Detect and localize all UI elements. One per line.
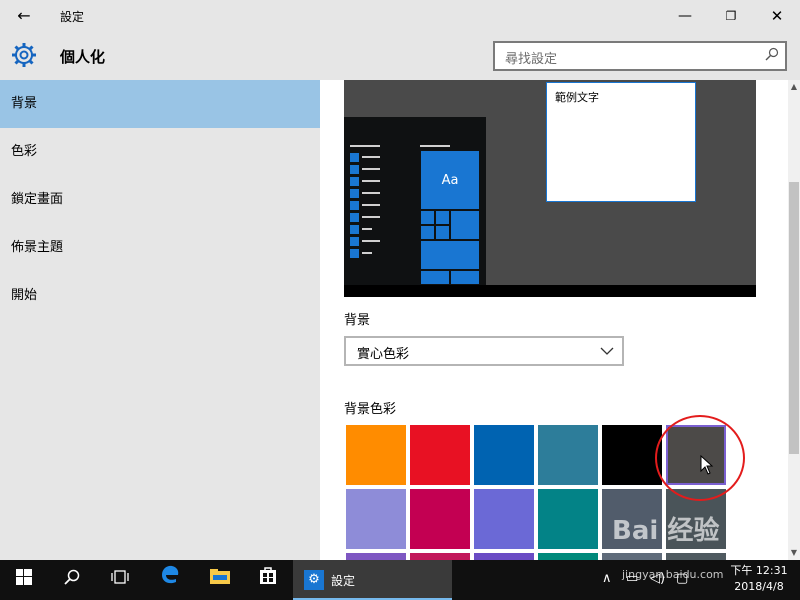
color-swatch[interactable] <box>346 553 406 560</box>
sidebar: 背景 色彩 鎖定畫面 佈景主題 開始 <box>0 80 320 560</box>
scroll-down-arrow-icon[interactable]: ▼ <box>788 546 800 560</box>
taskbar-clock[interactable]: 下午 12:31 2018/4/8 <box>726 563 792 595</box>
preview-list-line <box>362 192 380 194</box>
preview-list-icon <box>350 249 359 258</box>
file-explorer-icon[interactable] <box>196 560 244 600</box>
preview-large-tile: Aa <box>420 150 480 210</box>
baidu-watermark-url: jingyan.baidu.com <box>622 568 724 581</box>
preview-window: 範例文字 <box>546 82 696 202</box>
preview-list-line <box>362 156 380 158</box>
clock-date: 2018/4/8 <box>734 580 784 593</box>
search-icon[interactable] <box>765 47 779 65</box>
preview-small-tile <box>420 270 450 285</box>
preview-list-icon <box>350 225 359 234</box>
preview-small-tile <box>420 225 435 240</box>
color-swatch[interactable] <box>538 425 598 485</box>
preview-small-tile <box>435 225 450 240</box>
preview-small-tile <box>435 210 450 225</box>
store-icon[interactable] <box>244 560 292 600</box>
scroll-up-arrow-icon[interactable]: ▲ <box>788 80 800 94</box>
preview-list-icon <box>350 237 359 246</box>
preview-medium-tile <box>450 210 480 240</box>
color-swatch[interactable] <box>602 425 662 485</box>
preview-list-icon <box>350 213 359 222</box>
windows-start-icon[interactable] <box>0 560 48 600</box>
mouse-cursor-icon <box>700 454 714 480</box>
preview-list-line <box>362 216 380 218</box>
task-view-icon[interactable] <box>96 560 144 600</box>
title-bar: ← 設定 — ❐ ✕ <box>0 0 800 32</box>
preview-list-line <box>362 228 372 230</box>
preview-list-icon <box>350 153 359 162</box>
preview-start-menu: Aa <box>344 117 486 287</box>
search-input[interactable]: 尋找設定 <box>493 41 787 71</box>
main-content: 範例文字 Aa 背景 實心色彩 背景色彩 <box>320 80 800 560</box>
gear-icon <box>10 42 38 70</box>
preview-line <box>420 145 450 147</box>
page-header: 個人化 尋找設定 <box>0 32 800 80</box>
preview-small-tile <box>420 210 435 225</box>
color-swatch[interactable] <box>538 489 598 549</box>
preview-list-line <box>362 204 380 206</box>
taskbar-settings-app[interactable]: ⚙ 設定 <box>293 560 452 600</box>
preview-list-line <box>362 240 380 242</box>
color-swatch[interactable] <box>346 425 406 485</box>
scroll-thumb[interactable] <box>789 182 799 454</box>
window-title: 設定 <box>60 10 85 24</box>
preview-list-line <box>362 168 380 170</box>
page-title: 個人化 <box>60 48 106 66</box>
color-swatch[interactable] <box>666 553 726 560</box>
color-swatch[interactable] <box>474 553 534 560</box>
chevron-up-icon[interactable]: ∧ <box>602 571 612 586</box>
preview-list-line <box>362 252 372 254</box>
taskbar-settings-label: 設定 <box>331 574 356 588</box>
preview-list-icon <box>350 165 359 174</box>
minimize-button[interactable]: — <box>662 0 708 32</box>
color-swatch[interactable] <box>410 489 470 549</box>
preview-list-icon <box>350 201 359 210</box>
dropdown-value: 實心色彩 <box>357 347 410 362</box>
maximize-button[interactable]: ❐ <box>708 0 754 32</box>
color-swatch[interactable] <box>410 553 470 560</box>
edge-browser-icon[interactable] <box>146 560 194 600</box>
sidebar-item-lock-screen[interactable]: 鎖定畫面 <box>0 176 320 224</box>
chevron-down-icon <box>600 341 614 365</box>
clock-time: 下午 12:31 <box>730 564 788 577</box>
background-type-dropdown[interactable]: 實心色彩 <box>344 336 624 366</box>
search-placeholder: 尋找設定 <box>505 52 558 67</box>
color-swatch[interactable] <box>474 489 534 549</box>
color-swatch[interactable] <box>538 553 598 560</box>
preview-wide-tile <box>420 240 480 270</box>
search-icon[interactable] <box>48 560 96 600</box>
color-swatch[interactable] <box>474 425 534 485</box>
preview-taskbar <box>344 285 756 297</box>
preview-list-icon <box>350 177 359 186</box>
theme-preview: 範例文字 Aa <box>344 80 756 297</box>
preview-small-tile <box>450 270 480 285</box>
preview-list-icon <box>350 189 359 198</box>
sidebar-item-themes[interactable]: 佈景主題 <box>0 224 320 272</box>
color-swatch[interactable] <box>410 425 470 485</box>
sidebar-item-colors[interactable]: 色彩 <box>0 128 320 176</box>
gear-icon: ⚙ <box>304 570 324 590</box>
sidebar-item-background[interactable]: 背景 <box>0 80 320 128</box>
preview-list-line <box>362 180 380 182</box>
color-swatch[interactable] <box>602 553 662 560</box>
preview-sample-text: 範例文字 <box>555 91 599 104</box>
color-swatch[interactable] <box>346 489 406 549</box>
baidu-watermark: Bai 经验 <box>612 516 720 546</box>
vertical-scrollbar[interactable]: ▲ ▼ <box>788 80 800 560</box>
background-color-label: 背景色彩 <box>344 402 397 417</box>
close-button[interactable]: ✕ <box>754 0 800 32</box>
sidebar-item-start[interactable]: 開始 <box>0 272 320 320</box>
background-label: 背景 <box>344 313 371 328</box>
back-arrow-icon[interactable]: ← <box>8 2 40 30</box>
preview-line <box>350 145 380 147</box>
